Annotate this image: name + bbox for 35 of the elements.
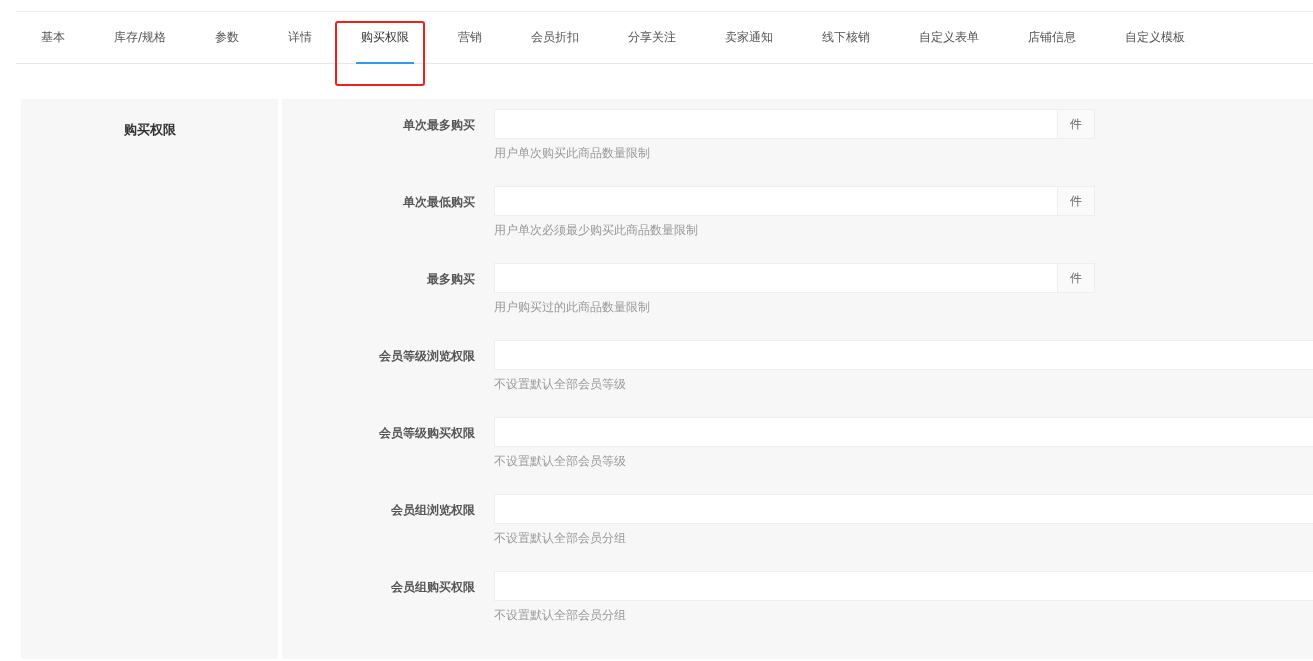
help-text: 用户购买过的此商品数量限制 xyxy=(494,299,650,316)
tab[interactable]: 详情 xyxy=(278,12,323,63)
tab[interactable]: 会员折扣 xyxy=(521,12,590,63)
field-label: 会员组购买权限 xyxy=(390,579,475,596)
field-label: 会员组浏览权限 xyxy=(390,502,475,519)
field-label: 单次最低购买 xyxy=(402,194,475,211)
help-text: 用户单次必须最少购买此商品数量限制 xyxy=(494,222,698,239)
input-field[interactable]: 件 xyxy=(494,186,1095,216)
tab[interactable]: 库存/规格 xyxy=(104,12,177,63)
tab[interactable]: 自定义表单 xyxy=(909,12,990,63)
help-text: 用户单次购买此商品数量限制 xyxy=(494,145,650,162)
unit-addon: 件 xyxy=(1057,187,1094,215)
field-label: 会员等级购买权限 xyxy=(378,425,475,442)
tab[interactable]: 营销 xyxy=(448,12,493,63)
field-label: 会员等级浏览权限 xyxy=(378,348,475,365)
unit-addon: 件 xyxy=(1057,110,1094,138)
tab[interactable]: 购买权限 xyxy=(351,12,420,63)
tab[interactable]: 参数 xyxy=(205,12,250,63)
tab[interactable]: 店铺信息 xyxy=(1018,12,1087,63)
section-title: 购买权限 xyxy=(123,121,176,137)
tab[interactable]: 卖家通知 xyxy=(715,12,784,63)
help-text: 不设置默认全部会员等级 xyxy=(494,376,626,393)
input-field[interactable]: 件 xyxy=(494,263,1095,293)
tab[interactable]: 分享关注 xyxy=(618,12,687,63)
field-label: 单次最多购买 xyxy=(402,117,475,134)
input-field[interactable]: 件 xyxy=(494,109,1095,139)
tab[interactable]: 线下核销 xyxy=(812,12,881,63)
help-text: 不设置默认全部会员分组 xyxy=(494,607,626,624)
help-text: 不设置默认全部会员分组 xyxy=(494,530,626,547)
help-text: 不设置默认全部会员等级 xyxy=(494,453,626,470)
unit-addon: 件 xyxy=(1057,264,1094,292)
tab[interactable]: 自定义模板 xyxy=(1115,12,1196,63)
tab[interactable]: 基本 xyxy=(31,12,75,63)
field-label: 最多购买 xyxy=(426,271,475,288)
active-tab-underline xyxy=(356,62,415,64)
